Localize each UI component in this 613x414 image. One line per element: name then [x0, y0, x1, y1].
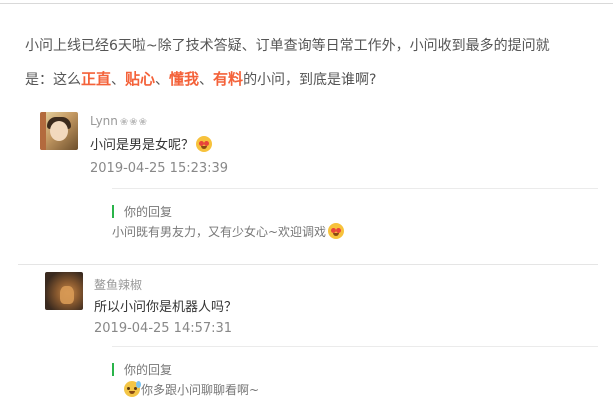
keyword-youliao: 有料 — [213, 70, 244, 88]
avatar[interactable] — [45, 272, 83, 310]
intro-line-2: 是：这么正直、贴心、懂我、有料的小问，到底是谁啊? — [25, 63, 600, 97]
sep: 、 — [199, 72, 214, 88]
reply-block: 你的回复 你多跟小问聊聊看啊~ — [112, 346, 598, 408]
sep: 、 — [111, 72, 126, 88]
avatar[interactable] — [40, 112, 78, 150]
comment-text: 所以小问你是机器人吗？ — [94, 300, 238, 315]
comment-text: 小问是男是女呢？ — [90, 134, 213, 153]
reply-indicator — [112, 363, 114, 376]
intro-line-1: 小问上线已经6天啦~除了技术答疑、订单查询等日常工作外，小问收到最多的提问就 — [25, 38, 550, 54]
commenter-name[interactable]: Lynn ❀❀❀ — [90, 114, 148, 128]
reply-block: 你的回复 小问既有男友力，又有少女心~欢迎调戏 — [112, 188, 598, 248]
reply-label: 你的回复 — [124, 205, 173, 219]
intro-suffix: 的小问，到底是谁啊? — [243, 72, 377, 88]
comment-date: 2019-04-25 15:23:39 — [90, 161, 229, 176]
reply-text: 小问既有男友力，又有少女心~欢迎调戏 — [112, 223, 345, 240]
keyword-tiexin: 贴心 — [125, 70, 156, 88]
commenter-name[interactable]: 鳌鱼辣椒 — [94, 276, 142, 293]
top-divider — [0, 3, 613, 4]
sweat-smile-emoji-icon — [124, 381, 141, 397]
intro-prefix: 是：这么 — [25, 72, 81, 88]
heart-eyes-emoji-icon — [196, 136, 213, 152]
intro-paragraph: 小问上线已经6天啦~除了技术答疑、订单查询等日常工作外，小问收到最多的提问就 是… — [25, 30, 600, 97]
comment-divider — [18, 264, 598, 265]
badge-flowers: ❀❀❀ — [119, 117, 149, 128]
reply-label: 你的回复 — [124, 363, 173, 377]
keyword-zhengzhi: 正直 — [81, 70, 112, 88]
keyword-dongwo: 懂我 — [169, 70, 200, 88]
sep: 、 — [155, 72, 170, 88]
heart-eyes-emoji-icon — [328, 223, 345, 239]
comment-item: Lynn ❀❀❀ 小问是男是女呢？ 2019-04-25 15:23:39 你的回… — [0, 112, 613, 262]
reply-indicator — [112, 205, 114, 218]
comment-date: 2019-04-25 14:57:31 — [94, 321, 233, 336]
reply-text: 你多跟小问聊聊看啊~ — [124, 381, 259, 398]
comment-item: 鳌鱼辣椒 所以小问你是机器人吗？ 2019-04-25 14:57:31 你的回… — [0, 272, 613, 412]
